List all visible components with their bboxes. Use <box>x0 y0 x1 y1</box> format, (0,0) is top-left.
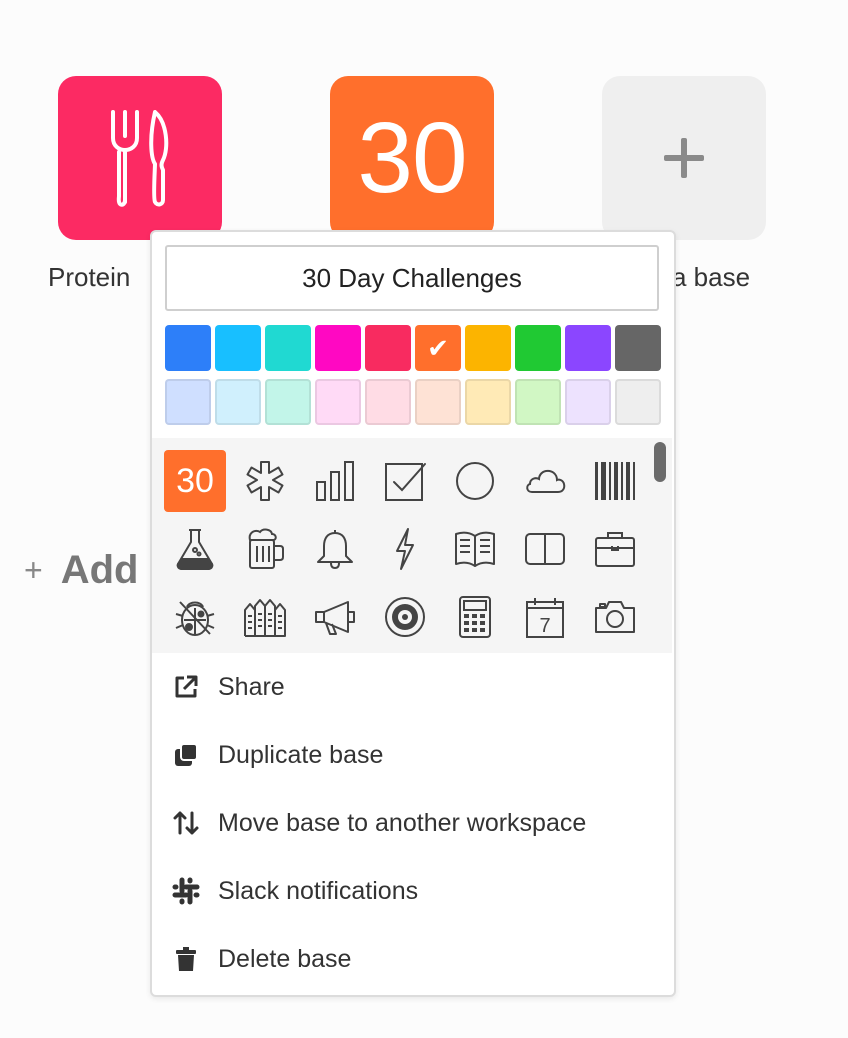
camera-icon[interactable] <box>584 586 646 648</box>
buildings-icon[interactable] <box>234 586 296 648</box>
color-swatch[interactable] <box>465 325 511 371</box>
calendar-day: 7 <box>539 615 550 637</box>
light-color-swatch[interactable] <box>465 379 511 425</box>
bug-icon[interactable] <box>164 586 226 648</box>
slack-notifications-menu-item[interactable]: Slack notifications <box>152 857 672 925</box>
cloud-icon[interactable] <box>514 450 576 512</box>
light-color-swatch[interactable] <box>165 379 211 425</box>
number-30-icon[interactable]: 30 <box>164 450 226 512</box>
beer-mug-icon[interactable] <box>234 518 296 580</box>
add-workspace-button[interactable]: + Add <box>24 548 138 593</box>
calendar-icon[interactable]: 7 <box>514 586 576 648</box>
light-color-swatch[interactable] <box>215 379 261 425</box>
color-swatch[interactable] <box>515 325 561 371</box>
calculator-icon[interactable] <box>444 586 506 648</box>
color-swatch[interactable] <box>615 325 661 371</box>
color-swatch[interactable] <box>215 325 261 371</box>
circle-icon[interactable] <box>444 450 506 512</box>
megaphone-icon[interactable] <box>304 586 366 648</box>
trash-icon <box>172 945 200 973</box>
duplicate-base-label: Duplicate base <box>218 740 384 769</box>
flask-icon[interactable] <box>164 518 226 580</box>
fork-knife-icon <box>111 110 169 207</box>
saturated-color-row: ✔ <box>165 325 665 371</box>
bell-icon[interactable] <box>304 518 366 580</box>
share-menu-item[interactable]: Share <box>152 653 672 721</box>
checkmark-icon: ✔ <box>427 333 449 363</box>
challenge-tile-number: 30 <box>357 101 467 214</box>
light-color-swatch[interactable] <box>515 379 561 425</box>
add-workspace-plus: + <box>24 552 43 588</box>
add-base-label[interactable]: a base <box>672 262 750 293</box>
selected-icon-label: 30 <box>176 461 214 500</box>
color-swatch[interactable] <box>315 325 361 371</box>
share-label: Share <box>218 672 285 701</box>
base-name-input[interactable] <box>165 245 659 311</box>
icon-picker-scrollbar[interactable] <box>654 442 666 482</box>
light-color-swatch[interactable] <box>315 379 361 425</box>
share-icon <box>172 673 200 701</box>
barcode-icon[interactable] <box>584 450 646 512</box>
slack-notifications-label: Slack notifications <box>218 876 419 905</box>
duplicate-icon <box>172 741 200 769</box>
delete-base-label: Delete base <box>218 944 352 973</box>
checkbox-icon[interactable] <box>374 450 436 512</box>
color-swatch[interactable]: ✔ <box>415 325 461 371</box>
light-color-swatch[interactable] <box>615 379 661 425</box>
add-base-tile[interactable] <box>602 76 766 240</box>
bar-chart-icon[interactable] <box>304 450 366 512</box>
duplicate-base-menu-item[interactable]: Duplicate base <box>152 721 672 789</box>
target-icon[interactable] <box>374 586 436 648</box>
asterisk-icon[interactable] <box>234 450 296 512</box>
add-workspace-label: Add <box>60 548 139 592</box>
color-picker: ✔ <box>165 325 665 433</box>
base-options-popover: ✔ 30 <box>150 230 676 997</box>
icon-picker: 30 7 <box>152 438 672 653</box>
briefcase-icon[interactable] <box>584 518 646 580</box>
move-base-label: Move base to another workspace <box>218 808 587 837</box>
challenge-base-tile[interactable]: 30 <box>330 76 494 240</box>
open-book-icon[interactable] <box>444 518 506 580</box>
light-color-swatch[interactable] <box>415 379 461 425</box>
color-swatch[interactable] <box>265 325 311 371</box>
plus-icon <box>664 138 704 178</box>
light-color-swatch[interactable] <box>565 379 611 425</box>
light-color-swatch[interactable] <box>365 379 411 425</box>
color-swatch[interactable] <box>565 325 611 371</box>
base-actions-menu: Share Duplicate base Move base to anothe… <box>152 653 672 993</box>
slack-icon <box>172 877 200 905</box>
lightning-icon[interactable] <box>374 518 436 580</box>
color-swatch[interactable] <box>365 325 411 371</box>
move-base-menu-item[interactable]: Move base to another workspace <box>152 789 672 857</box>
book-icon[interactable] <box>514 518 576 580</box>
move-icon <box>172 809 200 837</box>
color-swatch[interactable] <box>165 325 211 371</box>
delete-base-menu-item[interactable]: Delete base <box>152 925 672 993</box>
protein-base-label[interactable]: Protein <box>48 262 130 293</box>
protein-base-tile[interactable] <box>58 76 222 240</box>
light-color-row <box>165 379 665 425</box>
light-color-swatch[interactable] <box>265 379 311 425</box>
